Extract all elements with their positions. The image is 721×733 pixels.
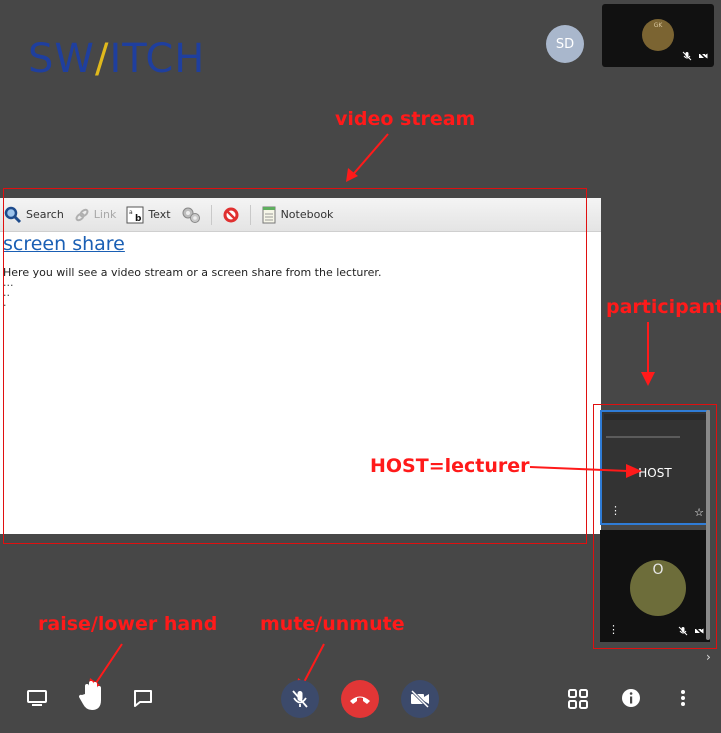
- chat-icon: [134, 690, 152, 707]
- hang-up-button[interactable]: [341, 680, 379, 718]
- more-options-button[interactable]: [674, 686, 692, 710]
- screen-icon: [27, 690, 47, 706]
- annotation-mute: mute/unmute: [260, 613, 405, 635]
- info-button[interactable]: [619, 686, 643, 710]
- self-avatar: GK: [642, 19, 674, 51]
- info-icon: [622, 689, 640, 707]
- camera-off-icon: [694, 626, 704, 636]
- annotation-box-video-stream: [3, 188, 587, 544]
- raise-hand-button[interactable]: [78, 680, 106, 712]
- mini-shared-toolbar: [604, 414, 706, 420]
- participant-avatar: O: [630, 560, 686, 616]
- mute-button[interactable]: [281, 680, 319, 718]
- annotation-host: HOST=lecturer: [370, 455, 530, 477]
- participant-tile-other[interactable]: O ⋮: [600, 530, 710, 642]
- more-options-icon[interactable]: ⋮: [610, 504, 621, 517]
- mini-shared-text: [606, 436, 680, 438]
- more-options-icon[interactable]: ⋮: [608, 623, 619, 636]
- screen-share-button[interactable]: [24, 686, 50, 710]
- chat-button[interactable]: [130, 686, 156, 710]
- annotation-video-stream: video stream: [335, 108, 476, 130]
- camera-off-icon: [698, 51, 708, 61]
- phone-hangup-icon: [350, 696, 370, 704]
- switch-logo: SW/ITCH: [28, 36, 206, 82]
- mic-off-icon: [678, 626, 688, 636]
- tile-view-button[interactable]: [565, 686, 591, 712]
- annotation-arrow: [529, 464, 642, 478]
- more-vertical-icon: [681, 690, 685, 706]
- star-icon: ☆: [694, 506, 704, 519]
- self-view-tile[interactable]: GK: [602, 4, 714, 67]
- chevron-right-icon[interactable]: ›: [706, 650, 711, 664]
- hand-icon: [79, 681, 101, 710]
- camera-toggle-button[interactable]: [401, 680, 439, 718]
- camera-off-icon: [410, 690, 430, 708]
- avatar[interactable]: SD: [546, 25, 584, 63]
- annotation-arrow: [346, 133, 389, 182]
- annotation-arrow: [641, 322, 655, 386]
- mic-off-icon: [682, 51, 692, 61]
- annotation-raise-hand: raise/lower hand: [38, 613, 218, 635]
- annotation-participants: participants: [606, 296, 721, 318]
- mic-off-icon: [292, 690, 308, 708]
- participants-scrollbar[interactable]: [706, 410, 710, 640]
- grid-icon: [568, 689, 588, 709]
